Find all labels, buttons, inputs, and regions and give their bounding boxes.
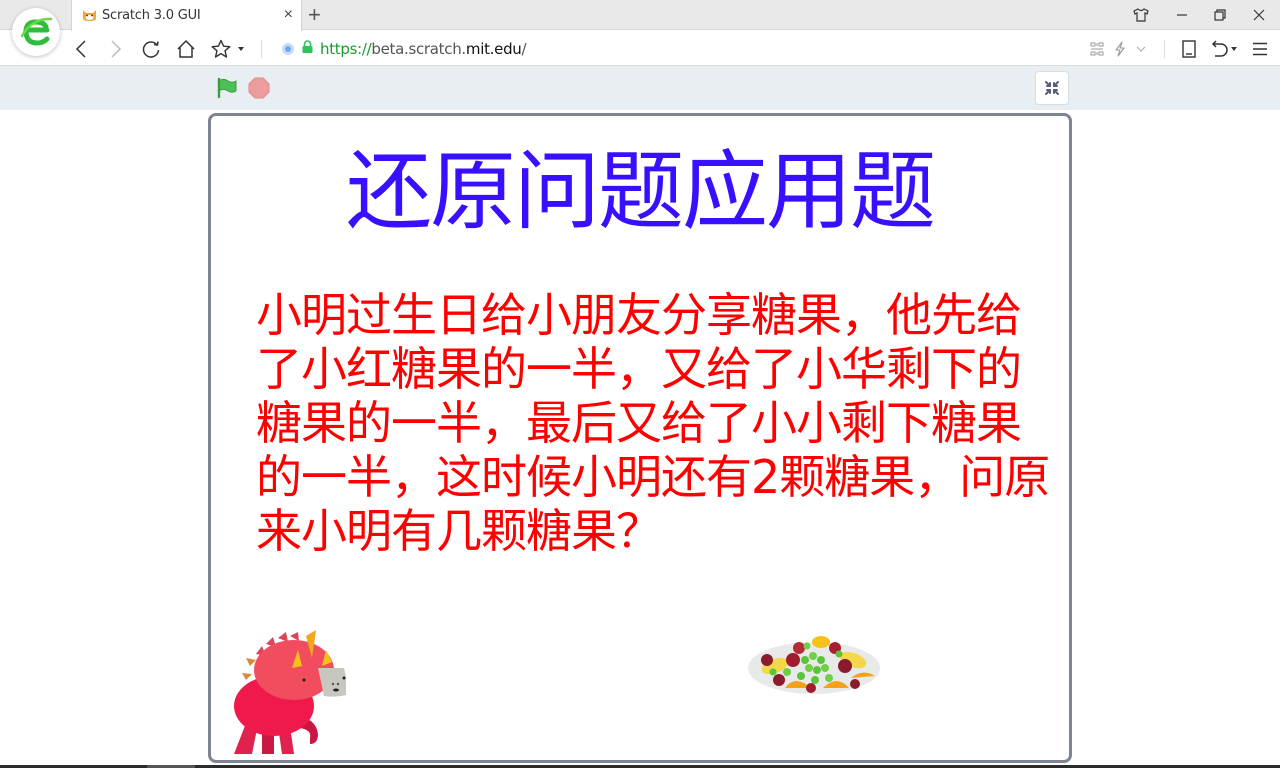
- menu-icon[interactable]: [1247, 36, 1273, 62]
- back-icon[interactable]: [68, 36, 94, 62]
- home-icon[interactable]: [173, 36, 199, 62]
- unfullscreen-icon: [1045, 81, 1059, 95]
- question-line: 糖果的一半，最后又给了小小剩下糖果: [256, 396, 1022, 450]
- stage-title: 还原问题应用题: [346, 142, 936, 242]
- browser-logo-icon[interactable]: [12, 8, 60, 56]
- stage-question: 小明过生日给小朋友分享糖果，他先给 了小红糖果的一半，又给了小华剩下的 糖果的一…: [256, 288, 1056, 558]
- new-tab-button[interactable]: +: [308, 3, 321, 27]
- minimize-icon[interactable]: [1163, 0, 1201, 30]
- tab-title: Scratch 3.0 GUI: [102, 8, 201, 23]
- green-flag-button[interactable]: [216, 77, 238, 99]
- green-flag-icon: [217, 77, 237, 99]
- site-info-icon[interactable]: [282, 43, 294, 55]
- tab-bar: Scratch 3.0 GUI × +: [0, 0, 1280, 31]
- nav-divider: [261, 40, 262, 58]
- dinosaur-sprite[interactable]: [226, 626, 350, 756]
- question-line: 了小红糖果的一半，又给了小华剩下的: [256, 342, 1022, 396]
- scratch-cat-icon: [82, 9, 97, 22]
- fruit-platter-sprite[interactable]: [745, 626, 883, 700]
- skin-icon[interactable]: [1122, 0, 1160, 30]
- browser-tab[interactable]: Scratch 3.0 GUI ×: [71, 0, 302, 31]
- nav-divider: [1164, 40, 1165, 58]
- navigation-bar: https://beta.scratch.mit.edu/: [0, 31, 1280, 66]
- stage[interactable]: 还原问题应用题 小明过生日给小朋友分享糖果，他先给 了小红糖果的一半，又给了小华…: [208, 113, 1072, 763]
- question-line: 来小明有几颗糖果？: [256, 504, 662, 558]
- stop-icon: [248, 77, 270, 99]
- question-line: 的一半，这时候小明还有2颗糖果，问原: [256, 450, 1050, 504]
- unfullscreen-button[interactable]: [1035, 71, 1069, 105]
- stop-button[interactable]: [248, 77, 270, 99]
- stage-header: [0, 66, 1280, 110]
- address-bar[interactable]: https://beta.scratch.mit.edu/: [282, 36, 527, 62]
- reading-mode-icon[interactable]: [1176, 36, 1202, 62]
- forward-icon[interactable]: [103, 36, 129, 62]
- bookmark-star-icon[interactable]: [208, 36, 234, 62]
- restore-icon[interactable]: [1201, 0, 1239, 30]
- url-text[interactable]: https://beta.scratch.mit.edu/: [320, 40, 527, 58]
- close-icon[interactable]: [1240, 0, 1278, 30]
- lock-icon: [302, 40, 313, 58]
- tab-close-button[interactable]: ×: [284, 6, 293, 24]
- bookmark-dropdown-icon[interactable]: [234, 36, 248, 62]
- question-line: 小明过生日给小朋友分享糖果，他先给: [256, 288, 1022, 342]
- chevron-down-icon[interactable]: [1128, 36, 1154, 62]
- undo-dropdown-icon[interactable]: [1228, 36, 1240, 62]
- reload-icon[interactable]: [138, 36, 164, 62]
